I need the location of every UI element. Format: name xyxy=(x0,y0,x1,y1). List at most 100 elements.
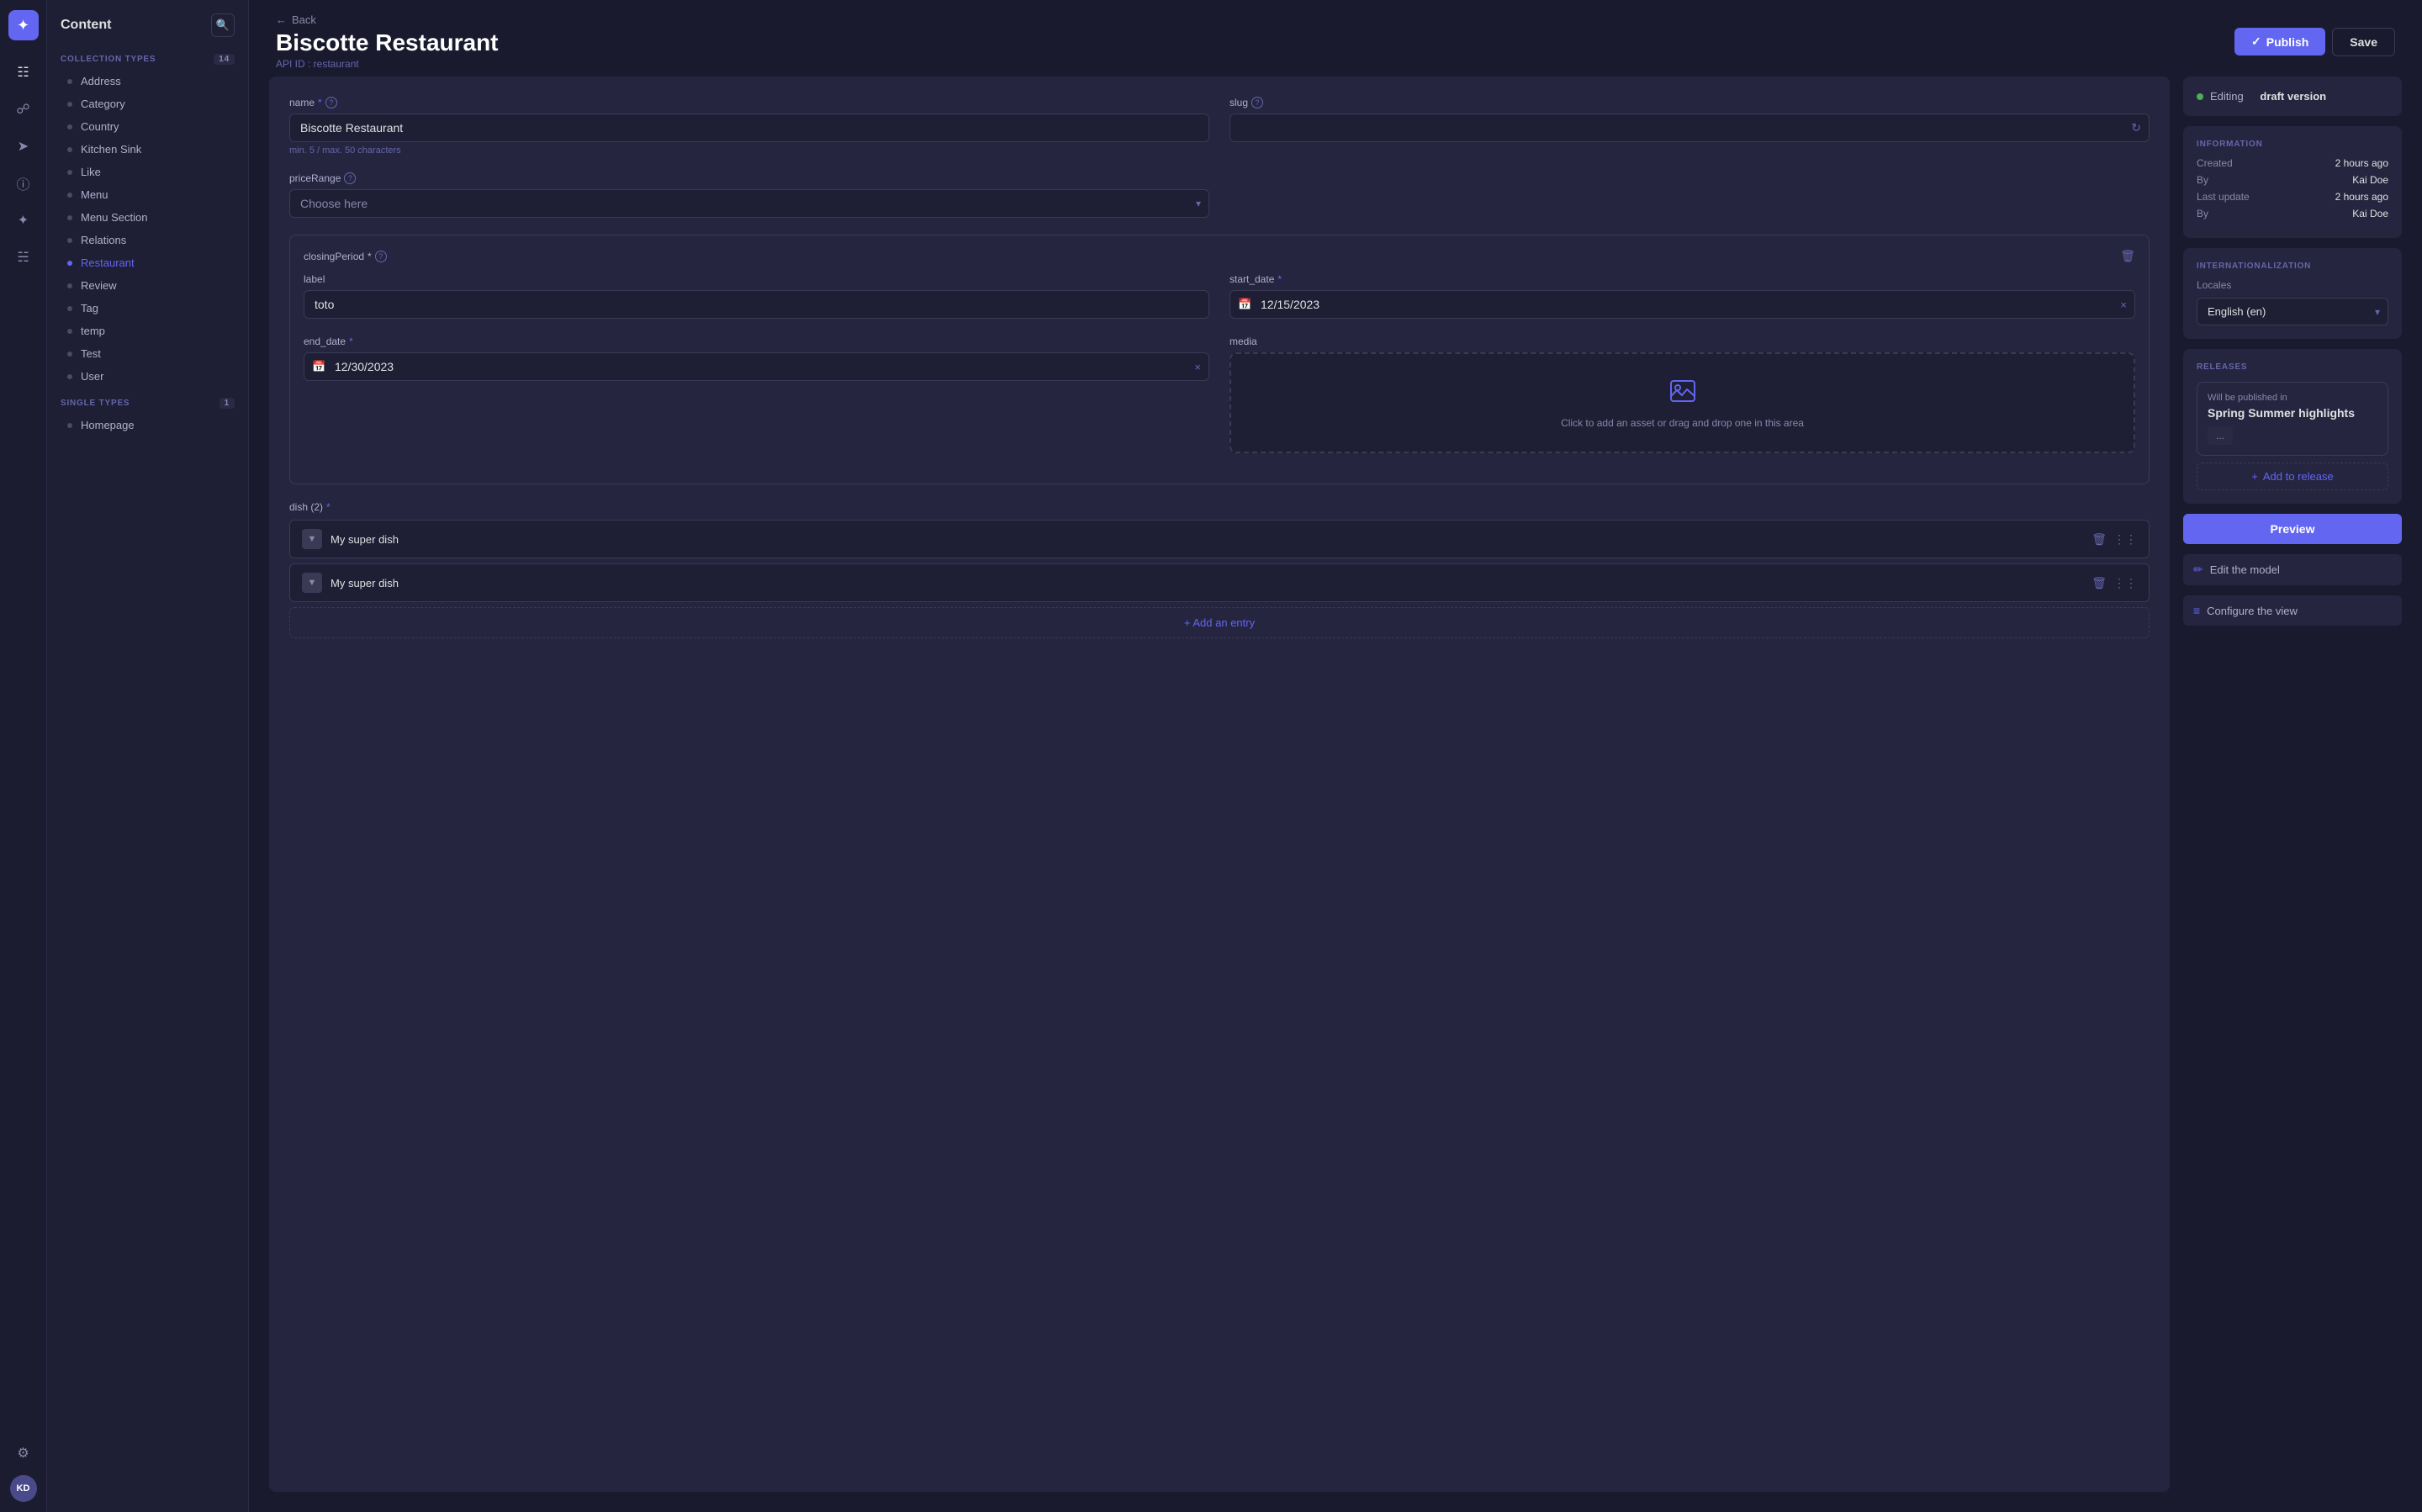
name-hint: min. 5 / max. 50 characters xyxy=(289,145,1209,156)
release-menu-button[interactable]: ... xyxy=(2208,426,2233,445)
draft-dot xyxy=(2197,93,2203,100)
collection-types-label: COLLECTION TYPES 14 xyxy=(47,44,248,70)
nav-media-icon[interactable]: ☍ xyxy=(8,94,39,124)
edit-model-link[interactable]: ✏ Edit the model xyxy=(2183,554,2402,585)
sidebar-item-label: Menu Section xyxy=(81,211,148,224)
closing-period-header: closingPeriod * ? 🗑 xyxy=(304,249,2135,263)
sidebar-item-relations[interactable]: Relations xyxy=(50,229,245,251)
sidebar-item-label: User xyxy=(81,370,103,383)
slug-input[interactable] xyxy=(1230,114,2150,142)
start-date-label: start_date * xyxy=(1230,273,2135,285)
name-info-icon[interactable]: ? xyxy=(325,97,337,108)
end-date-wrap: 📅 × xyxy=(304,352,1209,381)
dish-expand-button[interactable]: ▼ xyxy=(302,529,322,549)
slug-info-icon[interactable]: ? xyxy=(1251,97,1263,108)
sidebar-item-label: Category xyxy=(81,98,125,110)
info-section-title: INFORMATION xyxy=(2197,140,2388,149)
sidebar-dot xyxy=(67,352,72,357)
topbar: ← Back Biscotte Restaurant API ID : rest… xyxy=(249,0,2422,77)
price-range-group: priceRange ? Choose here ▾ xyxy=(289,172,1209,218)
add-entry-button[interactable]: + Add an entry xyxy=(289,607,2150,638)
price-range-info-icon[interactable]: ? xyxy=(344,172,356,184)
sidebar-item-category[interactable]: Category xyxy=(50,93,245,115)
dish-drag-button[interactable]: ⋮⋮ xyxy=(2113,576,2137,590)
empty-right xyxy=(1230,172,2150,218)
slug-reload-icon[interactable]: ↻ xyxy=(2131,121,2141,135)
end-media-row: end_date * 📅 × media xyxy=(304,336,2135,453)
dish-delete-button[interactable]: 🗑 xyxy=(2091,576,2107,590)
sidebar-item-label: Homepage xyxy=(81,419,135,431)
user-avatar[interactable]: KD xyxy=(10,1475,37,1502)
sidebar-item-test[interactable]: Test xyxy=(50,342,245,365)
sidebar-item-menu[interactable]: Menu xyxy=(50,183,245,206)
price-range-select[interactable]: Choose here xyxy=(289,189,1209,218)
name-slug-row: name * ? min. 5 / max. 50 characters slu… xyxy=(289,97,2150,156)
created-by-row: By Kai Doe xyxy=(2197,174,2388,186)
dish-section: dish (2) * ▼ My super dish 🗑 ⋮⋮ ▼ My sup… xyxy=(289,501,2150,638)
dish-expand-button[interactable]: ▼ xyxy=(302,573,322,593)
draft-badge: Editing draft version xyxy=(2197,90,2388,103)
name-input[interactable] xyxy=(289,114,1209,142)
sidebar-search-button[interactable]: 🔍 xyxy=(211,13,235,37)
sidebar-item-country[interactable]: Country xyxy=(50,115,245,138)
last-update-value: 2 hours ago xyxy=(2335,191,2388,203)
price-range-row: priceRange ? Choose here ▾ xyxy=(289,172,2150,218)
end-date-clear-icon[interactable]: × xyxy=(1194,361,1201,373)
dish-drag-button[interactable]: ⋮⋮ xyxy=(2113,532,2137,547)
dish-header: dish (2) * xyxy=(289,501,2150,513)
sidebar-dot xyxy=(67,193,72,198)
name-required: * xyxy=(318,97,322,108)
sidebar-item-review[interactable]: Review xyxy=(50,274,245,297)
sidebar-item-like[interactable]: Like xyxy=(50,161,245,183)
configure-view-link[interactable]: ≡ Configure the view xyxy=(2183,595,2402,626)
closing-period-info-icon[interactable]: ? xyxy=(375,251,387,262)
closing-period-delete-icon[interactable]: 🗑 xyxy=(2120,249,2135,263)
media-upload-area[interactable]: Click to add an asset or drag and drop o… xyxy=(1230,352,2135,453)
sidebar-item-label: Test xyxy=(81,347,101,360)
locale-select[interactable]: English (en) xyxy=(2197,298,2388,325)
back-link[interactable]: ← Back xyxy=(276,13,499,26)
sidebar-item-label: Address xyxy=(81,75,121,87)
page-api-id: API ID : restaurant xyxy=(276,58,499,70)
start-date-clear-icon[interactable]: × xyxy=(2120,299,2127,311)
nav-shop-icon[interactable]: ☵ xyxy=(8,242,39,272)
price-range-select-wrap: Choose here ▾ xyxy=(289,189,1209,218)
end-date-required: * xyxy=(349,336,353,347)
end-date-input[interactable] xyxy=(304,352,1209,381)
created-by-label: By xyxy=(2197,174,2208,186)
nav-releases-icon[interactable]: ➤ xyxy=(8,131,39,161)
sidebar-item-menu-section[interactable]: Menu Section xyxy=(50,206,245,229)
sidebar-dot xyxy=(67,423,72,428)
single-items: Homepage xyxy=(47,414,248,436)
nav-content-icon[interactable]: ☷ xyxy=(8,57,39,87)
label-input[interactable] xyxy=(304,290,1209,319)
label-label: label xyxy=(304,273,1209,285)
label-field-group: label xyxy=(304,273,1209,319)
sidebar-dot xyxy=(67,102,72,107)
sidebar-dot xyxy=(67,374,72,379)
sidebar-item-label: Review xyxy=(81,279,117,292)
preview-button[interactable]: Preview xyxy=(2183,514,2402,544)
sidebar-item-address[interactable]: Address xyxy=(50,70,245,93)
intl-title: INTERNATIONALIZATION xyxy=(2197,262,2388,271)
sidebar-item-label: temp xyxy=(81,325,105,337)
publish-label: Publish xyxy=(2266,35,2309,49)
sidebar-item-temp[interactable]: temp xyxy=(50,320,245,342)
save-button[interactable]: Save xyxy=(2332,28,2395,56)
end-date-label: end_date * xyxy=(304,336,1209,347)
add-to-release-button[interactable]: + Add to release xyxy=(2197,463,2388,490)
dish-delete-button[interactable]: 🗑 xyxy=(2091,532,2107,547)
name-label: name * ? xyxy=(289,97,1209,108)
start-date-input[interactable] xyxy=(1230,290,2135,319)
nav-settings-icon[interactable]: ⚙ xyxy=(8,1438,39,1468)
sidebar-item-kitchen-sink[interactable]: Kitchen Sink xyxy=(50,138,245,161)
sidebar-item-restaurant[interactable]: Restaurant xyxy=(50,251,245,274)
nav-plugins-icon[interactable]: ✦ xyxy=(8,205,39,235)
sidebar-item-user[interactable]: User xyxy=(50,365,245,388)
publish-button[interactable]: ✓ Publish xyxy=(2234,28,2325,56)
nav-info-icon[interactable]: ⓘ xyxy=(8,168,39,198)
sidebar-item-homepage[interactable]: Homepage xyxy=(50,414,245,436)
sidebar-item-tag[interactable]: Tag xyxy=(50,297,245,320)
closing-period-required: * xyxy=(368,251,372,262)
right-panel: Editing draft version INFORMATION Create… xyxy=(2183,77,2402,1492)
